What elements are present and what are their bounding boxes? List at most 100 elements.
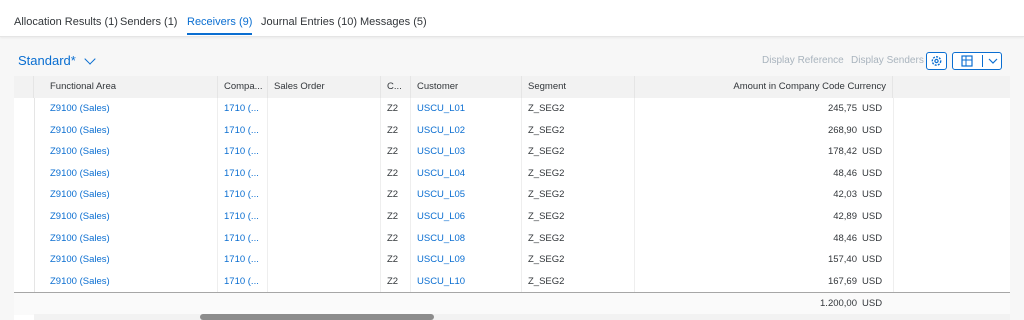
row-selector[interactable] <box>14 249 35 271</box>
cell-segment: Z_SEG2 <box>522 249 635 271</box>
cell-currency: USD <box>862 254 883 266</box>
total-amount: 1.200,00 <box>820 298 857 309</box>
display-reference-button[interactable]: Display Reference <box>762 55 844 66</box>
row-selector[interactable] <box>14 119 35 142</box>
cell-sales-order <box>268 227 381 250</box>
cell-functional-area[interactable]: Z9100 (Sales) <box>44 270 218 293</box>
variant-selector[interactable]: Standard* <box>18 52 96 68</box>
row-selector[interactable] <box>14 141 35 163</box>
display-senders-button[interactable]: Display Senders <box>851 55 924 66</box>
column-divider <box>893 141 894 163</box>
total-currency: USD <box>862 298 883 309</box>
cell-company[interactable]: 1710 (... <box>218 206 268 228</box>
cell-c: Z2 <box>381 98 411 120</box>
row-selector[interactable] <box>14 206 35 228</box>
scrollbar-thumb[interactable] <box>200 314 434 320</box>
table-row[interactable]: Z9100 (Sales) 1710 (... Z2 USCU_L09 Z_SEG2 15… <box>14 249 1010 272</box>
cell-customer[interactable]: USCU_L10 <box>411 270 522 293</box>
cell-functional-area[interactable]: Z9100 (Sales) <box>44 227 218 250</box>
cell-sales-order <box>268 119 381 142</box>
cell-amount: 48,46 <box>833 232 857 244</box>
gear-icon <box>931 56 942 66</box>
column-c[interactable]: C... <box>381 76 411 98</box>
cell-segment: Z_SEG2 <box>522 98 635 120</box>
select-all-cell[interactable] <box>14 76 34 98</box>
cell-customer[interactable]: USCU_L02 <box>411 119 522 142</box>
cell-currency: USD <box>862 146 883 158</box>
cell-currency: USD <box>862 189 883 201</box>
cell-company[interactable]: 1710 (... <box>218 141 268 163</box>
cell-customer[interactable]: USCU_L05 <box>411 184 522 206</box>
tab-receivers[interactable]: Receivers (9) <box>187 0 253 36</box>
cell-functional-area[interactable]: Z9100 (Sales) <box>44 249 218 271</box>
cell-sales-order <box>268 270 381 293</box>
settings-button[interactable] <box>926 52 947 70</box>
tab-allocation-results[interactable]: Allocation Results (1) <box>14 0 118 36</box>
cell-sales-order <box>268 141 381 163</box>
column-sales-order[interactable]: Sales Order <box>268 76 381 98</box>
cell-company[interactable]: 1710 (... <box>218 98 268 120</box>
cell-customer[interactable]: USCU_L06 <box>411 206 522 228</box>
table-row[interactable]: Z9100 (Sales) 1710 (... Z2 USCU_L02 Z_SEG2 26… <box>14 119 1010 143</box>
cell-amount: 178,42 <box>827 146 857 158</box>
cell-currency: USD <box>862 211 883 222</box>
row-selector[interactable] <box>14 162 35 185</box>
cell-sales-order <box>268 98 381 120</box>
table-row[interactable]: Z9100 (Sales) 1710 (... Z2 USCU_L10 Z_SEG2 16… <box>14 270 1010 294</box>
cell-customer[interactable]: USCU_L08 <box>411 227 522 250</box>
cell-company[interactable]: 1710 (... <box>218 119 268 142</box>
cell-sales-order <box>268 249 381 271</box>
column-customer[interactable]: Customer <box>411 76 522 98</box>
cell-company[interactable]: 1710 (... <box>218 270 268 293</box>
table-row[interactable]: Z9100 (Sales) 1710 (... Z2 USCU_L05 Z_SEG2 42… <box>14 184 1010 207</box>
table-row[interactable]: Z9100 (Sales) 1710 (... Z2 USCU_L01 Z_SEG2 24… <box>14 98 1010 121</box>
chevron-down-icon[interactable] <box>984 53 1002 69</box>
table-row[interactable]: Z9100 (Sales) 1710 (... Z2 USCU_L03 Z_SEG2 17… <box>14 141 1010 164</box>
cell-customer[interactable]: USCU_L03 <box>411 141 522 163</box>
cell-currency: USD <box>862 275 883 287</box>
cell-functional-area[interactable]: Z9100 (Sales) <box>44 162 218 185</box>
cell-segment: Z_SEG2 <box>522 119 635 142</box>
export-button[interactable] <box>952 52 1002 70</box>
tab-senders[interactable]: Senders (1) <box>120 0 177 36</box>
column-segment[interactable]: Segment <box>522 76 635 98</box>
cell-c: Z2 <box>381 249 411 271</box>
column-functional-area[interactable]: Functional Area <box>44 76 218 98</box>
cell-functional-area[interactable]: Z9100 (Sales) <box>44 206 218 228</box>
cell-segment: Z_SEG2 <box>522 162 635 185</box>
cell-functional-area[interactable]: Z9100 (Sales) <box>44 119 218 142</box>
cell-customer[interactable]: USCU_L01 <box>411 98 522 120</box>
cell-company[interactable]: 1710 (... <box>218 227 268 250</box>
cell-c: Z2 <box>381 141 411 163</box>
cell-company[interactable]: 1710 (... <box>218 162 268 185</box>
table-row[interactable]: Z9100 (Sales) 1710 (... Z2 USCU_L06 Z_SEG2 42… <box>14 206 1010 229</box>
cell-functional-area[interactable]: Z9100 (Sales) <box>44 98 218 120</box>
chevron-down-icon <box>84 52 96 65</box>
cell-company[interactable]: 1710 (... <box>218 184 268 206</box>
cell-functional-area[interactable]: Z9100 (Sales) <box>44 184 218 206</box>
cell-c: Z2 <box>381 206 411 228</box>
table-row[interactable]: Z9100 (Sales) 1710 (... Z2 USCU_L04 Z_SEG2 48… <box>14 162 1010 186</box>
cell-amount: 48,46 <box>833 167 857 179</box>
column-divider <box>893 162 894 185</box>
column-divider <box>893 184 894 206</box>
column-company[interactable]: Compa... <box>218 76 268 98</box>
column-divider <box>893 227 894 250</box>
variant-name: Standard* <box>18 53 76 68</box>
tab-messages[interactable]: Messages (5) <box>360 0 427 36</box>
tab-journal-entries[interactable]: Journal Entries (10) <box>261 0 357 36</box>
row-selector[interactable] <box>14 270 35 293</box>
cell-functional-area[interactable]: Z9100 (Sales) <box>44 141 218 163</box>
cell-customer[interactable]: USCU_L09 <box>411 249 522 271</box>
row-selector[interactable] <box>14 184 35 206</box>
table-row[interactable]: Z9100 (Sales) 1710 (... Z2 USCU_L08 Z_SEG2 48… <box>14 227 1010 251</box>
horizontal-scrollbar[interactable] <box>34 314 1010 320</box>
row-selector[interactable] <box>14 227 35 250</box>
table-header: Functional Area Compa... Sales Order C..… <box>14 76 1010 99</box>
row-selector[interactable] <box>14 98 35 120</box>
column-amount[interactable]: Amount in Company Code Currency <box>635 76 893 98</box>
cell-segment: Z_SEG2 <box>522 141 635 163</box>
cell-c: Z2 <box>381 227 411 250</box>
cell-company[interactable]: 1710 (... <box>218 249 268 271</box>
cell-customer[interactable]: USCU_L04 <box>411 162 522 185</box>
